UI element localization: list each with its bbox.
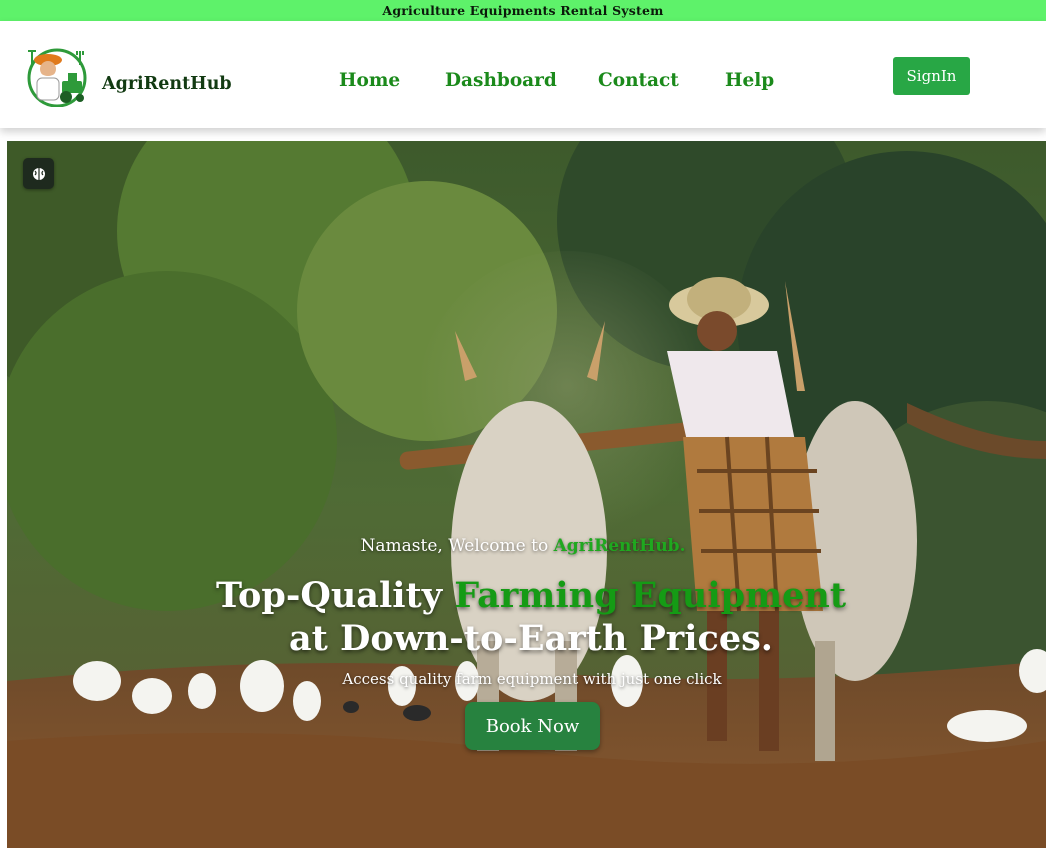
brain-icon[interactable] bbox=[23, 158, 54, 189]
farmer-tractor-logo-icon[interactable] bbox=[24, 45, 90, 107]
book-now-button[interactable]: Book Now bbox=[465, 702, 600, 750]
hero-headline-part1: Top-Quality bbox=[215, 575, 455, 616]
nav-help-link[interactable]: Help bbox=[725, 70, 774, 91]
nav-contact-link[interactable]: Contact bbox=[598, 70, 679, 91]
hero-welcome-text: Namaste, Welcome to bbox=[360, 536, 554, 556]
hero-welcome-brand: AgriRentHub. bbox=[553, 536, 686, 556]
hero-headline-highlight: Farming Equipment bbox=[454, 575, 847, 616]
hero-headline-part2: at Down-to-Earth Prices. bbox=[289, 618, 773, 659]
brand-name[interactable]: AgriRentHub bbox=[102, 74, 232, 94]
top-banner-title: Agriculture Equipments Rental System bbox=[382, 3, 664, 18]
nav-dashboard-link[interactable]: Dashboard bbox=[445, 70, 557, 91]
nav-home-link[interactable]: Home bbox=[339, 70, 400, 91]
hero-subtext: Access quality farm equipment with just … bbox=[342, 670, 722, 688]
hero-headline: Top-Quality Farming Equipment at Down-to… bbox=[0, 574, 1046, 660]
top-banner: Agriculture Equipments Rental System bbox=[0, 0, 1046, 21]
signin-button[interactable]: SignIn bbox=[893, 57, 970, 95]
navbar: AgriRentHub Home Dashboard Contact Help … bbox=[0, 21, 1046, 128]
hero-welcome: Namaste, Welcome to AgriRentHub. bbox=[0, 536, 1046, 556]
brain-glyph bbox=[32, 167, 45, 180]
